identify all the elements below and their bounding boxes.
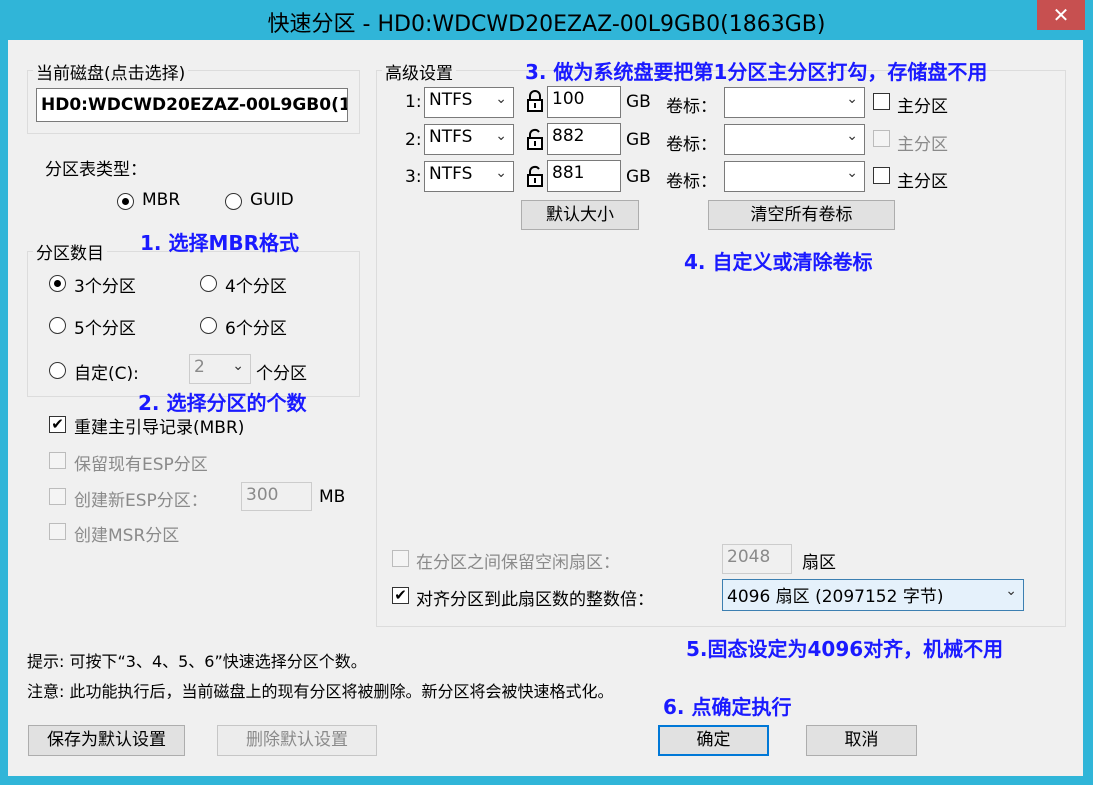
primary-label[interactable]: 主分区 <box>897 167 948 192</box>
primary-checkbox[interactable] <box>873 93 890 110</box>
disk-selector[interactable]: HD0:WDCWD20EZAZ-00L9GB0(18 <box>36 88 348 122</box>
save-default-button[interactable]: 保存为默认设置 <box>28 725 185 756</box>
volume-label-text: 卷标： <box>666 135 717 155</box>
free-sectors-input[interactable]: 2048 <box>722 544 792 574</box>
radio-6-partitions[interactable] <box>200 317 217 334</box>
mbr-radio[interactable] <box>117 193 134 210</box>
unlock-icon[interactable] <box>526 165 544 187</box>
guid-radio[interactable] <box>225 193 242 210</box>
clear-labels-button[interactable]: 清空所有卷标 <box>708 200 895 230</box>
default-size-button[interactable]: 默认大小 <box>521 200 639 230</box>
volume-label-dropdown[interactable]: ⌄ <box>724 124 865 155</box>
unlock-icon[interactable] <box>526 128 544 150</box>
title-bar[interactable]: 快速分区 - HD0:WDCWD20EZAZ-00L9GB0(1863GB) ✕ <box>0 0 1093 40</box>
label-custom-partitions[interactable]: 自定(C): <box>74 359 139 384</box>
primary-checkbox[interactable] <box>873 167 890 184</box>
custom-count-dropdown[interactable]: 2 ⌄ <box>189 354 251 384</box>
annotation-step-6: 6. 点确定执行 <box>663 695 792 719</box>
rebuild-mbr-label[interactable]: 重建主引导记录(MBR) <box>74 413 244 438</box>
create-msr-checkbox[interactable] <box>49 523 66 540</box>
size-unit: GB <box>626 167 651 187</box>
align-value: 4096 扇区 (2097152 字节) <box>727 587 944 607</box>
annotation-step-3: 3. 做为系统盘要把第1分区主分区打勾，存储盘不用 <box>525 60 988 84</box>
partition-index: 3: <box>405 167 422 187</box>
ok-button[interactable]: 确定 <box>658 725 769 756</box>
delete-default-button[interactable]: 删除默认设置 <box>217 725 377 756</box>
advanced-group-label: 高级设置 <box>382 59 456 84</box>
align-dropdown[interactable]: 4096 扇区 (2097152 字节) ⌄ <box>722 579 1024 611</box>
volume-label-dropdown[interactable]: ⌄ <box>724 161 865 192</box>
label-4-partitions[interactable]: 4个分区 <box>225 272 287 297</box>
annotation-step-4: 4. 自定义或清除卷标 <box>684 250 873 274</box>
hint-text: 提示: 可按下“3、4、5、6”快速选择分区个数。 <box>27 652 367 671</box>
guid-label[interactable]: GUID <box>250 190 294 210</box>
create-esp-checkbox[interactable] <box>49 488 66 505</box>
keep-esp-label[interactable]: 保留现有ESP分区 <box>74 450 208 475</box>
label-5-partitions[interactable]: 5个分区 <box>74 314 136 339</box>
custom-count-value: 2 <box>194 357 205 377</box>
create-esp-label[interactable]: 创建新ESP分区： <box>74 486 208 511</box>
partition-table-label: 分区表类型： <box>45 160 147 180</box>
disk-group-label: 当前磁盘(点击选择) <box>33 59 189 84</box>
volume-label-text: 卷标： <box>666 172 717 192</box>
primary-label[interactable]: 主分区 <box>897 130 948 155</box>
chevron-down-icon: ⌄ <box>846 165 858 181</box>
radio-3-partitions[interactable] <box>49 275 66 292</box>
primary-label[interactable]: 主分区 <box>897 92 948 117</box>
align-label[interactable]: 对齐分区到此扇区数的整数倍： <box>416 585 654 610</box>
window-title: 快速分区 - HD0:WDCWD20EZAZ-00L9GB0(1863GB) <box>267 12 826 37</box>
keep-esp-checkbox[interactable] <box>49 452 66 469</box>
size-unit: GB <box>626 130 651 150</box>
chevron-down-icon: ⌄ <box>495 165 507 181</box>
free-sectors-unit: 扇区 <box>802 553 836 573</box>
custom-count-suffix: 个分区 <box>256 364 307 384</box>
annotation-step-1: 1. 选择MBR格式 <box>140 231 300 255</box>
label-6-partitions[interactable]: 6个分区 <box>225 314 287 339</box>
fs-dropdown[interactable]: NTFS ⌄ <box>424 161 514 192</box>
radio-4-partitions[interactable] <box>200 275 217 292</box>
size-unit: GB <box>626 92 651 112</box>
partition-size-input[interactable]: 882 <box>547 123 621 155</box>
radio-custom-partitions[interactable] <box>49 362 66 379</box>
warning-text: 注意: 此功能执行后，当前磁盘上的现有分区将被删除。新分区将会被快速格式化。 <box>27 682 614 701</box>
partition-index: 2: <box>405 130 422 150</box>
close-button[interactable]: ✕ <box>1037 0 1085 30</box>
annotation-step-2: 2. 选择分区的个数 <box>138 391 307 415</box>
fs-dropdown[interactable]: NTFS ⌄ <box>424 124 514 155</box>
volume-label-text: 卷标： <box>666 97 717 117</box>
fs-value: NTFS <box>429 164 473 184</box>
keep-free-checkbox[interactable] <box>392 550 409 567</box>
align-checkbox[interactable]: ✔ <box>392 587 409 604</box>
partition-size-input[interactable]: 100 <box>547 86 621 118</box>
volume-label-dropdown[interactable]: ⌄ <box>724 87 865 118</box>
label-3-partitions[interactable]: 3个分区 <box>74 272 136 297</box>
quick-partition-window: 快速分区 - HD0:WDCWD20EZAZ-00L9GB0(1863GB) ✕… <box>0 0 1093 785</box>
partition-count-label: 分区数目 <box>33 239 107 264</box>
chevron-down-icon: ⌄ <box>846 128 858 144</box>
fs-value: NTFS <box>429 127 473 147</box>
partition-size-input[interactable]: 881 <box>547 160 621 192</box>
chevron-down-icon: ⌄ <box>495 128 507 144</box>
chevron-down-icon: ⌄ <box>846 91 858 107</box>
partition-index: 1: <box>405 92 422 112</box>
annotation-step-5: 5.固态设定为4096对齐，机械不用 <box>686 637 1004 661</box>
dialog-client: 当前磁盘(点击选择) HD0:WDCWD20EZAZ-00L9GB0(18 分区… <box>8 40 1083 776</box>
esp-size-input[interactable]: 300 <box>241 482 312 511</box>
cancel-button[interactable]: 取消 <box>806 725 917 756</box>
primary-checkbox[interactable] <box>873 130 890 147</box>
lock-icon[interactable] <box>526 90 544 112</box>
mbr-label[interactable]: MBR <box>142 190 180 210</box>
chevron-down-icon: ⌄ <box>495 91 507 107</box>
keep-free-label[interactable]: 在分区之间保留空闲扇区： <box>416 548 620 573</box>
chevron-down-icon: ⌄ <box>1005 583 1017 599</box>
rebuild-mbr-checkbox[interactable]: ✔ <box>49 416 66 433</box>
fs-value: NTFS <box>429 90 473 110</box>
fs-dropdown[interactable]: NTFS ⌄ <box>424 87 514 118</box>
radio-5-partitions[interactable] <box>49 317 66 334</box>
create-msr-label[interactable]: 创建MSR分区 <box>74 521 179 546</box>
esp-size-unit: MB <box>319 487 346 507</box>
chevron-down-icon: ⌄ <box>232 358 244 374</box>
